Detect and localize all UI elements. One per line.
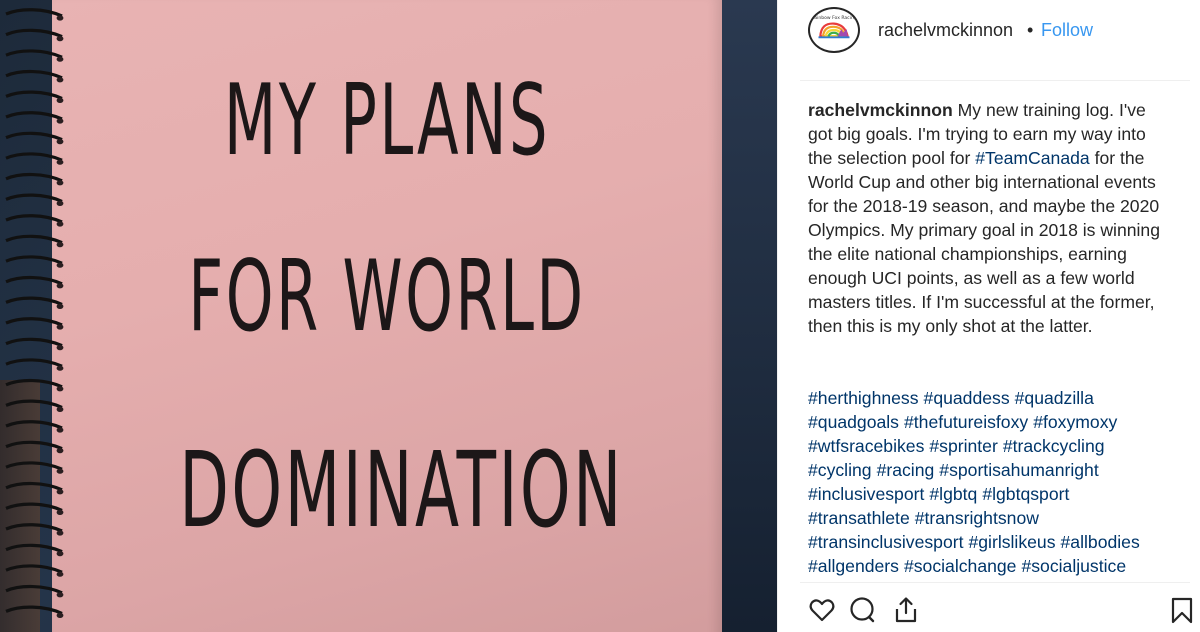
hashtag-link[interactable]: #transinclusivesport bbox=[808, 532, 963, 552]
hashtag-link[interactable]: #sprinter bbox=[929, 436, 997, 456]
hashtag-link[interactable]: #cycling bbox=[808, 460, 872, 480]
caption-author[interactable]: rachelvmckinnon bbox=[808, 100, 953, 120]
hashtag-link[interactable]: #quadgoals bbox=[808, 412, 899, 432]
hashtag-link[interactable]: #socialchange bbox=[904, 556, 1017, 576]
share-icon[interactable] bbox=[892, 596, 920, 624]
hashtag-row: #cycling #racing #sportisahumanright bbox=[808, 458, 1178, 482]
hashtag-link[interactable]: #socialjustice bbox=[1021, 556, 1126, 576]
header-username[interactable]: rachelvmckinnon bbox=[878, 20, 1013, 41]
hashtag-link[interactable]: #quadzilla bbox=[1015, 388, 1094, 408]
hashtag-link[interactable]: #TeamCanada bbox=[975, 148, 1089, 168]
hashtag-link[interactable]: #herthighness bbox=[808, 388, 919, 408]
hashtag-link[interactable]: #quaddess bbox=[924, 388, 1010, 408]
photo-background bbox=[720, 0, 777, 632]
bookmark-icon[interactable] bbox=[1168, 596, 1196, 624]
avatar-text: Rainbow Fox Racing bbox=[811, 15, 857, 21]
hashtag-link[interactable]: #allbodies bbox=[1061, 532, 1140, 552]
actions-divider bbox=[800, 582, 1190, 583]
cover-line-3: DOMINATION bbox=[179, 429, 624, 551]
hashtag-row: #transathlete #transrightsnow bbox=[808, 506, 1178, 530]
post-photo[interactable]: MY PLANS FOR WORLD DOMINATION bbox=[0, 0, 777, 632]
cover-line-2: FOR WORLD bbox=[188, 240, 586, 354]
hashtag-link[interactable]: #foxymoxy bbox=[1033, 412, 1117, 432]
hashtag-row: #herthighness #quaddess #quadzilla bbox=[808, 386, 1178, 410]
follow-button[interactable]: Follow bbox=[1041, 20, 1093, 41]
post-header: Rainbow Fox Racing rachelvmckinnon • Fol… bbox=[778, 0, 1200, 80]
hashtag-link[interactable]: #thefutureisfoxy bbox=[904, 412, 1028, 432]
separator-dot: • bbox=[1027, 20, 1034, 40]
hashtag-row: #allgenders #socialchange #socialjustice bbox=[808, 554, 1178, 578]
hashtag-row: #transinclusivesport #girlslikeus #allbodi… bbox=[808, 530, 1178, 554]
post-caption: rachelvmckinnon My new training log. I'v… bbox=[808, 98, 1170, 338]
hashtag-link[interactable]: #transathlete bbox=[808, 508, 910, 528]
post-side-panel: Rainbow Fox Racing rachelvmckinnon • Fol… bbox=[777, 0, 1200, 632]
comment-icon[interactable] bbox=[848, 596, 876, 624]
hashtag-link[interactable]: #girlslikeus bbox=[968, 532, 1055, 552]
hashtag-link[interactable]: #wtfsracebikes bbox=[808, 436, 924, 456]
hashtag-link[interactable]: #transrightsnow bbox=[915, 508, 1039, 528]
hashtag-row: #inclusivesport #lgbtq #lgbtqsport bbox=[808, 482, 1178, 506]
hashtag-link[interactable]: #lgbtq bbox=[929, 484, 977, 504]
hashtag-link[interactable]: #inclusivesport bbox=[808, 484, 924, 504]
hashtag-list: #herthighness #quaddess #quadzilla #quadgoa… bbox=[808, 386, 1178, 578]
hashtag-link[interactable]: #racing bbox=[877, 460, 935, 480]
heart-icon[interactable] bbox=[808, 596, 836, 624]
notebook-cover-text: MY PLANS FOR WORLD DOMINATION bbox=[52, 0, 722, 632]
hashtag-row: #wtfsracebikes #sprinter #trackcycling bbox=[808, 434, 1178, 458]
avatar[interactable]: Rainbow Fox Racing bbox=[808, 7, 860, 53]
hashtag-row: #quadgoals #thefutureisfoxy #foxymoxy bbox=[808, 410, 1178, 434]
cover-line-1: MY PLANS bbox=[223, 64, 551, 178]
hashtag-link[interactable]: #allgenders bbox=[808, 556, 899, 576]
hashtag-link[interactable]: #sportisahumanright bbox=[939, 460, 1098, 480]
rainbow-fox-racing-logo-icon: Rainbow Fox Racing bbox=[811, 15, 857, 39]
hashtag-link[interactable]: #lgbtqsport bbox=[982, 484, 1069, 504]
hashtag-link[interactable]: #trackcycling bbox=[1003, 436, 1105, 456]
caption-text-2: for the World Cup and other big internat… bbox=[808, 148, 1161, 336]
action-bar bbox=[808, 596, 1193, 626]
header-divider bbox=[800, 80, 1190, 81]
